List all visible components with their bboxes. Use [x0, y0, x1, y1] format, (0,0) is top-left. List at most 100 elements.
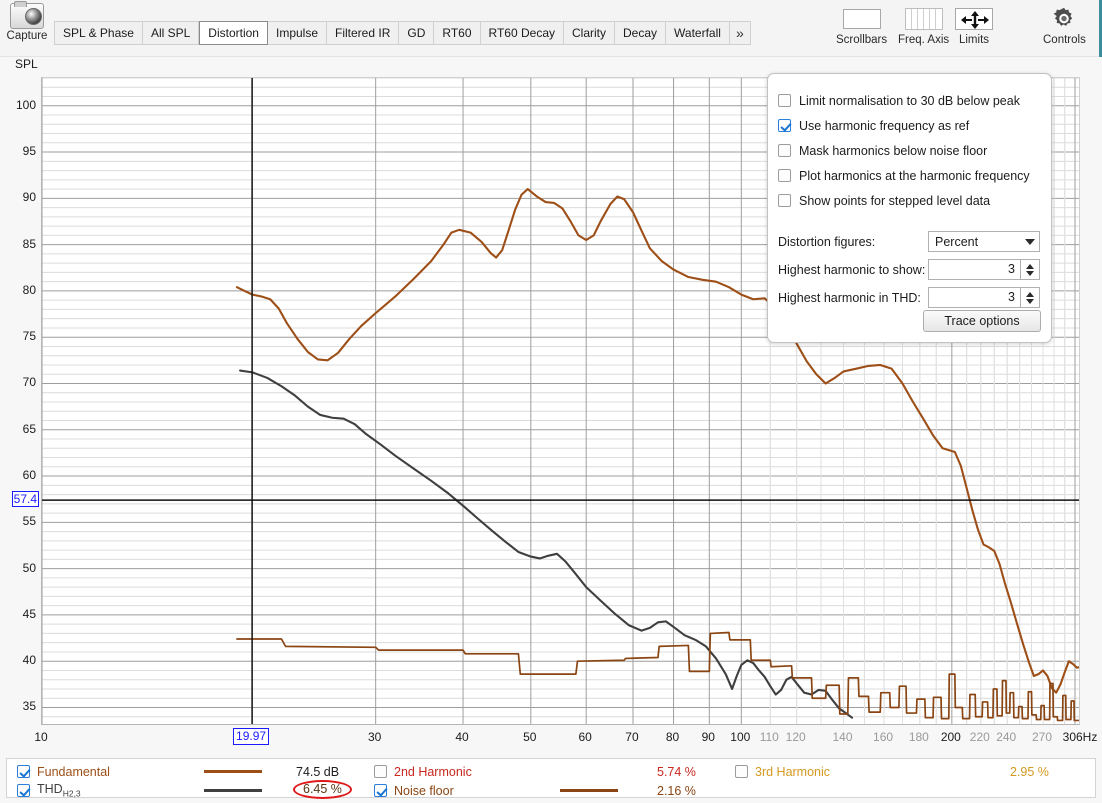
x-axis-tick: 30 — [367, 730, 382, 744]
checkbox-use-harmonic-freq-as-ref[interactable] — [778, 119, 791, 132]
legend-checkbox-fundamental[interactable] — [17, 765, 30, 778]
y-axis-tick: 75 — [22, 329, 36, 344]
x-axis-tick: 120 — [785, 730, 806, 744]
x-axis-tick: 90 — [701, 730, 715, 744]
option-label: Mask harmonics below noise floor — [799, 143, 988, 158]
tab-impulse[interactable]: Impulse — [267, 21, 328, 45]
tab-spl-phase[interactable]: SPL & Phase — [54, 21, 143, 45]
capture-label: Capture — [6, 30, 48, 42]
tab-filtered-ir[interactable]: Filtered IR — [327, 21, 400, 45]
y-axis-tick: 60 — [22, 468, 36, 483]
legend-label-noise-floor: Noise floor — [394, 783, 454, 798]
y-axis-tick: 95 — [22, 144, 36, 159]
tab-rt60[interactable]: RT60 — [434, 21, 481, 45]
highest-harmonic-show-row: Highest harmonic to show: 3 — [778, 256, 1041, 283]
checkbox-plot-harmonics-at-harmonic-freq[interactable] — [778, 169, 791, 182]
y-axis-tick: 65 — [22, 421, 36, 436]
stepper-up-icon[interactable] — [1026, 263, 1034, 269]
tab-rt60-decay[interactable]: RT60 Decay — [480, 21, 564, 45]
legend-item-fundamental[interactable]: Fundamental — [17, 762, 110, 781]
distortion-figures-select[interactable]: Percent — [928, 231, 1040, 252]
x-axis-tick: 160 — [873, 730, 894, 744]
distortion-figures-label: Distortion figures: — [778, 234, 876, 249]
checkbox-mask-harmonics[interactable] — [778, 144, 791, 157]
tab-decay[interactable]: Decay — [615, 21, 667, 45]
option-use-harmonic-freq-as-ref[interactable]: Use harmonic frequency as ref — [778, 113, 1041, 138]
freq-axis-button[interactable]: Freq. Axis — [898, 6, 949, 46]
option-mask-harmonics[interactable]: Mask harmonics below noise floor — [778, 138, 1041, 163]
legend-value-noise-floor: 2.16 % — [657, 783, 696, 798]
legend-label-2nd-harmonic: 2nd Harmonic — [394, 764, 472, 779]
y-axis-tick: 90 — [22, 190, 36, 205]
controls-button[interactable]: Controls — [1043, 6, 1086, 46]
highest-harmonic-thd-value[interactable]: 3 — [928, 287, 1021, 308]
legend-item-thd[interactable]: THDH2,3 — [17, 781, 81, 800]
limits-icon — [955, 6, 993, 32]
legend-swatch-fundamental-wrap — [204, 762, 262, 781]
legend-value-thd-wrap: 6.45 % — [293, 780, 352, 799]
x-axis-tick: 180 — [908, 730, 929, 744]
legend-value-3rd-harmonic-wrap: 2.95 % — [1010, 762, 1049, 781]
y-axis-tick: 55 — [22, 514, 36, 529]
tab-waterfall[interactable]: Waterfall — [666, 21, 730, 45]
stepper-down-icon[interactable] — [1026, 298, 1034, 304]
y-axis-tick: 70 — [22, 375, 36, 390]
legend-checkbox-thd[interactable] — [17, 784, 30, 797]
legend-checkbox-3rd-harmonic[interactable] — [735, 765, 748, 778]
y-axis-title: SPL — [15, 57, 38, 71]
legend-item-2nd-harmonic[interactable]: 2nd Harmonic — [374, 762, 472, 781]
x-cursor-readout[interactable]: 19.97 — [233, 728, 270, 745]
stepper-buttons[interactable] — [1021, 287, 1040, 308]
checkbox-show-points-stepped[interactable] — [778, 194, 791, 207]
controls-label: Controls — [1043, 34, 1086, 46]
legend-value-2nd-harmonic-wrap: 5.74 % — [657, 762, 696, 781]
checkbox-limit-normalisation[interactable] — [778, 94, 791, 107]
limits-button[interactable]: Limits — [955, 6, 993, 46]
legend-checkbox-noise-floor[interactable] — [374, 784, 387, 797]
x-axis-tick: 50 — [523, 730, 537, 744]
scrollbars-icon — [836, 6, 887, 32]
scrollbars-button[interactable]: Scrollbars — [836, 6, 887, 46]
x-axis-tick: 140 — [832, 730, 853, 744]
legend-swatch-thd — [204, 789, 262, 792]
highest-harmonic-show-label: Highest harmonic to show: — [778, 262, 926, 277]
y-axis-tick: 40 — [22, 653, 36, 668]
capture-button[interactable]: Capture — [6, 1, 48, 42]
option-show-points-stepped[interactable]: Show points for stepped level data — [778, 188, 1041, 213]
stepper-down-icon[interactable] — [1026, 270, 1034, 276]
trace-options-button[interactable]: Trace options — [923, 310, 1041, 332]
legend-value-fundamental: 74.5 dB — [296, 764, 340, 779]
y-axis-tick: 80 — [22, 282, 36, 297]
gear-icon — [1043, 6, 1086, 32]
x-axis-tick: 100 — [730, 730, 751, 744]
rew-distortion-window: Capture SPL & Phase All SPL Distortion I… — [0, 0, 1102, 803]
legend-item-3rd-harmonic[interactable]: 3rd Harmonic — [735, 762, 830, 781]
option-label: Show points for stepped level data — [799, 193, 991, 208]
distortion-figures-row: Distortion figures: Percent — [778, 228, 1041, 255]
tab-clarity[interactable]: Clarity — [564, 21, 616, 45]
legend-swatch-noise-floor-wrap — [560, 781, 618, 800]
freq-axis-icon — [898, 6, 949, 32]
tab-overflow-chevron-icon[interactable]: » — [729, 21, 751, 45]
highest-harmonic-thd-stepper[interactable]: 3 — [928, 287, 1040, 308]
legend-label-fundamental: Fundamental — [37, 764, 110, 779]
highest-harmonic-show-value[interactable]: 3 — [928, 259, 1021, 280]
scrollbars-label: Scrollbars — [836, 34, 888, 46]
option-plot-harmonics-at-harmonic-freq[interactable]: Plot harmonics at the harmonic frequency — [778, 163, 1041, 188]
highest-harmonic-show-stepper[interactable]: 3 — [928, 259, 1040, 280]
tab-gd[interactable]: GD — [399, 21, 435, 45]
option-label: Limit normalisation to 30 dB below peak — [799, 93, 1020, 108]
legend-swatch-noise-floor — [560, 789, 618, 792]
x-axis-tick: 70 — [625, 730, 639, 744]
stepper-buttons[interactable] — [1021, 259, 1040, 280]
stepper-up-icon[interactable] — [1026, 291, 1034, 297]
legend-label-3rd-harmonic: 3rd Harmonic — [755, 764, 831, 779]
legend-checkbox-2nd-harmonic[interactable] — [374, 765, 387, 778]
y-cursor-readout[interactable]: 57.4 — [11, 491, 39, 508]
option-limit-normalisation[interactable]: Limit normalisation to 30 dB below peak — [778, 88, 1041, 113]
tab-distortion[interactable]: Distortion — [199, 21, 268, 45]
tab-all-spl[interactable]: All SPL — [142, 21, 200, 45]
x-axis-tick: 220 — [969, 730, 990, 744]
x-axis-tick: 270 — [1031, 730, 1052, 744]
legend-item-noise-floor[interactable]: Noise floor — [374, 781, 454, 800]
